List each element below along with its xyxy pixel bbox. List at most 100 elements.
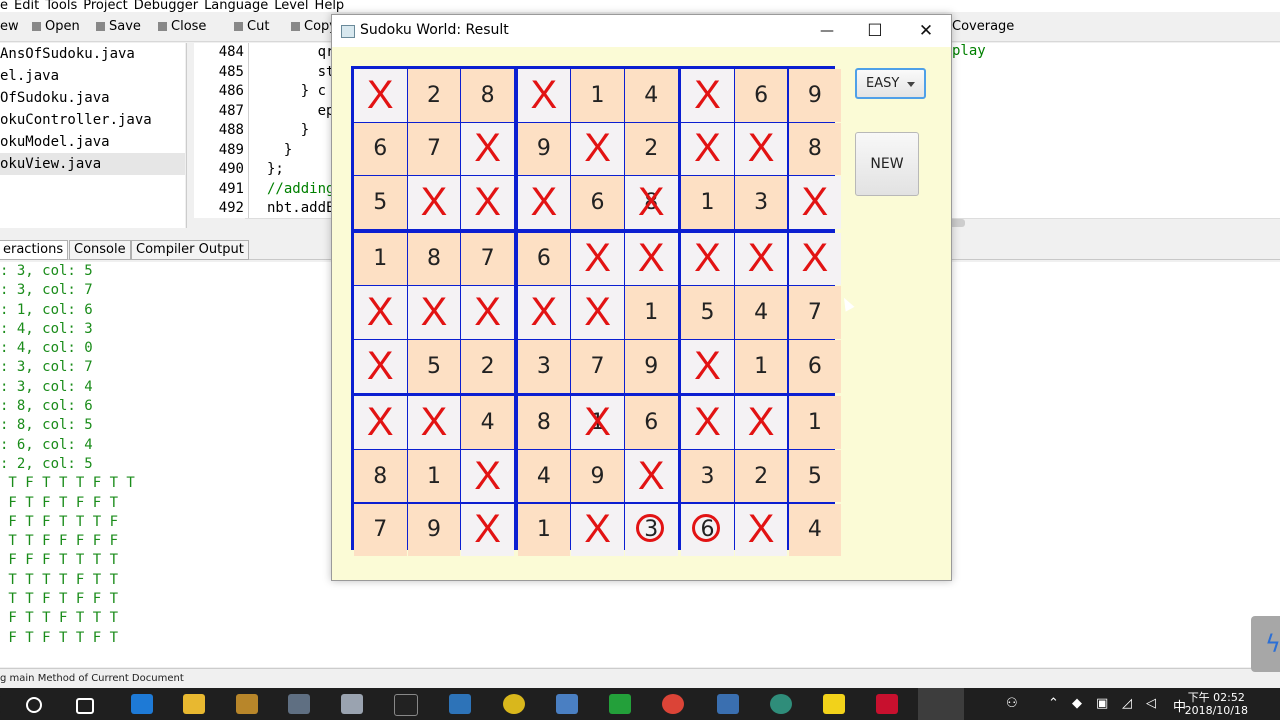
save-button[interactable]: Save bbox=[96, 19, 141, 34]
sudoku-cell[interactable]: X bbox=[788, 176, 842, 229]
sudoku-cell[interactable]: X bbox=[461, 503, 514, 557]
sudoku-cell[interactable]: X bbox=[681, 122, 734, 176]
sudoku-cell[interactable]: 2 bbox=[407, 69, 461, 122]
sudoku-cell[interactable]: 8X bbox=[625, 176, 678, 229]
sudoku-cell[interactable]: 2 bbox=[625, 122, 678, 176]
difficulty-select[interactable]: EASY bbox=[855, 68, 926, 99]
sudoku-cell[interactable]: 1 bbox=[681, 176, 734, 229]
sudoku-cell[interactable]: X bbox=[734, 232, 788, 286]
sublime-icon[interactable] bbox=[236, 694, 258, 714]
app-icon-green[interactable] bbox=[609, 694, 631, 714]
sudoku-cell[interactable]: 1 bbox=[734, 340, 788, 393]
sudoku-cell[interactable]: X bbox=[407, 176, 461, 229]
dropbox-icon[interactable]: ◆ bbox=[1072, 696, 1082, 711]
window-titlebar[interactable]: Sudoku World: Result — ☐ ✕ bbox=[332, 15, 951, 47]
sudoku-cell[interactable]: X bbox=[734, 396, 788, 449]
toolbar-item[interactable]: ew bbox=[0, 19, 19, 34]
sudoku-cell[interactable]: X bbox=[461, 122, 514, 176]
app-icon-mysql[interactable] bbox=[394, 694, 418, 716]
file-list-item[interactable]: okuView.java bbox=[0, 153, 185, 175]
file-list-item[interactable]: el.java bbox=[0, 65, 185, 87]
close-file-button[interactable]: Close bbox=[158, 19, 206, 34]
sudoku-cell[interactable]: 8 bbox=[517, 396, 571, 449]
sudoku-cell[interactable]: 5 bbox=[681, 286, 734, 339]
sudoku-cell[interactable]: 8 bbox=[354, 449, 407, 503]
clock[interactable]: 下午 02:52 2018/10/18 bbox=[1185, 691, 1248, 717]
menu-item[interactable]: e bbox=[0, 0, 8, 12]
sudoku-cell[interactable]: 6 bbox=[625, 396, 678, 449]
sudoku-cell[interactable]: 1 bbox=[517, 503, 571, 557]
sudoku-cell[interactable]: 1 bbox=[571, 69, 624, 122]
sudoku-cell[interactable]: 1X bbox=[571, 396, 624, 449]
menu-item[interactable]: Project bbox=[83, 0, 127, 12]
sudoku-cell[interactable]: X bbox=[681, 396, 734, 449]
sudoku-cell[interactable]: 4 bbox=[625, 69, 678, 122]
sudoku-cell[interactable]: 1 bbox=[354, 232, 407, 286]
menu-item[interactable]: Edit bbox=[14, 0, 39, 12]
sudoku-cell[interactable]: X bbox=[354, 286, 407, 339]
sudoku-cell[interactable]: 6 bbox=[571, 176, 624, 229]
side-widget[interactable]: ϟ bbox=[1251, 616, 1280, 672]
sudoku-cell[interactable]: X bbox=[571, 122, 624, 176]
sudoku-cell[interactable]: 7 bbox=[571, 340, 624, 393]
sudoku-cell[interactable]: X bbox=[734, 122, 788, 176]
people-icon[interactable]: ⚇ bbox=[1006, 696, 1018, 711]
sudoku-cell[interactable]: 2 bbox=[461, 340, 514, 393]
menu-item[interactable]: Language bbox=[204, 0, 268, 12]
maximize-button[interactable]: ☐ bbox=[851, 15, 899, 47]
tab-compiler-output[interactable]: Compiler Output bbox=[131, 240, 249, 260]
ultraedit-icon[interactable] bbox=[503, 694, 525, 714]
app-icon-blue[interactable] bbox=[449, 694, 471, 714]
tray-chevron-icon[interactable]: ⌃ bbox=[1048, 696, 1059, 711]
sudoku-cell[interactable]: 6 bbox=[788, 340, 842, 393]
sudoku-cell[interactable]: X bbox=[354, 396, 407, 449]
sudoku-cell[interactable]: 6 bbox=[734, 69, 788, 122]
sudoku-cell[interactable]: X bbox=[681, 340, 734, 393]
sudoku-cell[interactable]: 6 bbox=[681, 503, 734, 557]
sudoku-cell[interactable]: X bbox=[354, 69, 407, 122]
app-icon-sql[interactable] bbox=[288, 694, 310, 714]
sticky-notes-icon[interactable] bbox=[823, 694, 845, 714]
close-button[interactable]: ✕ bbox=[902, 15, 950, 47]
sudoku-cell[interactable]: 4 bbox=[517, 449, 571, 503]
new-game-button[interactable]: NEW bbox=[855, 132, 919, 196]
sudoku-cell[interactable]: 3 bbox=[681, 449, 734, 503]
coverage-button[interactable]: Coverage bbox=[952, 19, 1014, 34]
sudoku-cell[interactable]: X bbox=[571, 286, 624, 339]
sudoku-cell[interactable]: 9 bbox=[625, 340, 678, 393]
menu-item[interactable]: Debugger bbox=[134, 0, 198, 12]
sudoku-cell[interactable]: 5 bbox=[407, 340, 461, 393]
sudoku-cell[interactable]: X bbox=[354, 340, 407, 393]
file-list-item[interactable]: okuModel.java bbox=[0, 131, 185, 153]
chrome-icon[interactable] bbox=[662, 694, 684, 714]
sudoku-cell[interactable]: 1 bbox=[407, 449, 461, 503]
sudoku-cell[interactable]: 1 bbox=[625, 286, 678, 339]
start-icon[interactable] bbox=[0, 694, 22, 714]
sudoku-cell[interactable]: X bbox=[734, 503, 788, 557]
cut-button[interactable]: Cut bbox=[234, 19, 269, 34]
sudoku-cell[interactable]: 3 bbox=[517, 340, 571, 393]
volume-icon[interactable]: ◁ bbox=[1146, 696, 1156, 711]
edge-icon[interactable] bbox=[131, 694, 153, 714]
app-icon-j[interactable] bbox=[876, 694, 898, 714]
sudoku-cell[interactable]: X bbox=[407, 286, 461, 339]
sudoku-cell[interactable]: 8 bbox=[461, 69, 514, 122]
sudoku-cell[interactable]: X bbox=[788, 232, 842, 286]
sudoku-cell[interactable]: 9 bbox=[788, 69, 842, 122]
sudoku-cell[interactable]: 6 bbox=[517, 232, 571, 286]
file-list-item[interactable]: OfSudoku.java bbox=[0, 87, 185, 109]
sudoku-cell[interactable]: 6 bbox=[354, 122, 407, 176]
menu-item[interactable]: Level bbox=[274, 0, 308, 12]
sudoku-cell[interactable]: 3 bbox=[734, 176, 788, 229]
file-list-item[interactable]: okuController.java bbox=[0, 109, 185, 131]
sudoku-cell[interactable]: 7 bbox=[354, 503, 407, 557]
sudoku-cell[interactable]: 4 bbox=[734, 286, 788, 339]
sudoku-cell[interactable]: 9 bbox=[571, 449, 624, 503]
tab-interactions[interactable]: eractions bbox=[0, 240, 69, 260]
open-button[interactable]: Open bbox=[32, 19, 80, 34]
sudoku-cell[interactable]: 8 bbox=[407, 232, 461, 286]
database-icon[interactable] bbox=[341, 694, 363, 714]
sudoku-cell[interactable]: 9 bbox=[407, 503, 461, 557]
sudoku-cell[interactable]: 7 bbox=[788, 286, 842, 339]
sudoku-cell[interactable]: 2 bbox=[734, 449, 788, 503]
